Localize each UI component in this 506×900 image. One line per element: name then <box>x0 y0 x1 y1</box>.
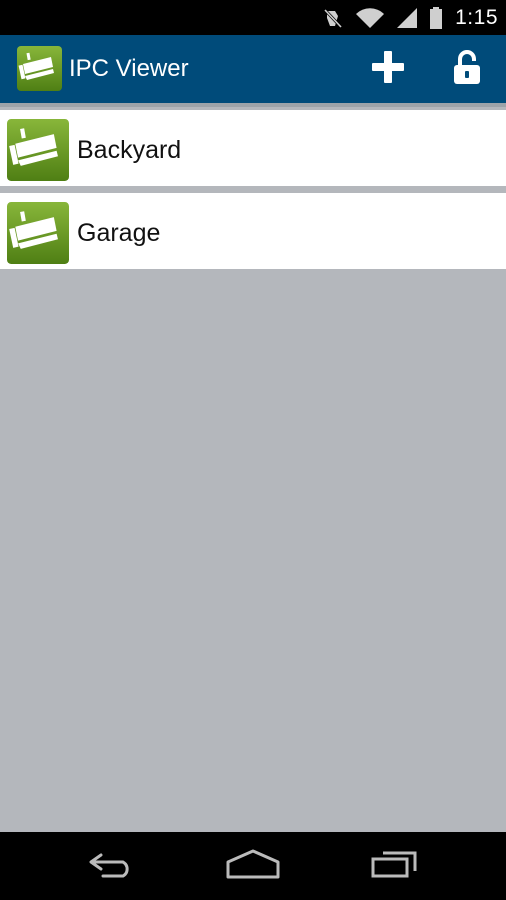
home-icon <box>225 848 281 885</box>
add-icon <box>370 49 406 90</box>
signal-icon <box>395 6 419 30</box>
list-item-label: Backyard <box>77 136 182 164</box>
recents-icon <box>369 848 419 885</box>
battery-icon <box>429 6 443 30</box>
camera-icon <box>7 119 69 181</box>
camera-icon <box>7 202 69 264</box>
status-icons: 1:15 <box>321 0 498 35</box>
back-button[interactable] <box>72 832 152 900</box>
camera-list: Backyard Garage <box>0 107 506 832</box>
list-item-backyard[interactable]: Backyard <box>0 110 506 186</box>
back-icon <box>87 849 137 884</box>
status-time: 1:15 <box>455 5 498 29</box>
lock-button[interactable] <box>439 35 495 103</box>
app-title: IPC Viewer <box>69 55 189 82</box>
mute-icon <box>321 6 345 30</box>
home-button[interactable] <box>213 832 293 900</box>
app-icon <box>17 46 62 91</box>
wifi-icon <box>355 6 385 30</box>
status-bar: 1:15 <box>0 0 506 35</box>
lock-open-icon <box>451 49 483 90</box>
recents-button[interactable] <box>354 832 434 900</box>
list-item-garage[interactable]: Garage <box>0 193 506 269</box>
navigation-bar <box>0 832 506 900</box>
action-bar: IPC Viewer <box>0 35 506 103</box>
list-item-label: Garage <box>77 219 161 247</box>
add-camera-button[interactable] <box>360 35 416 103</box>
